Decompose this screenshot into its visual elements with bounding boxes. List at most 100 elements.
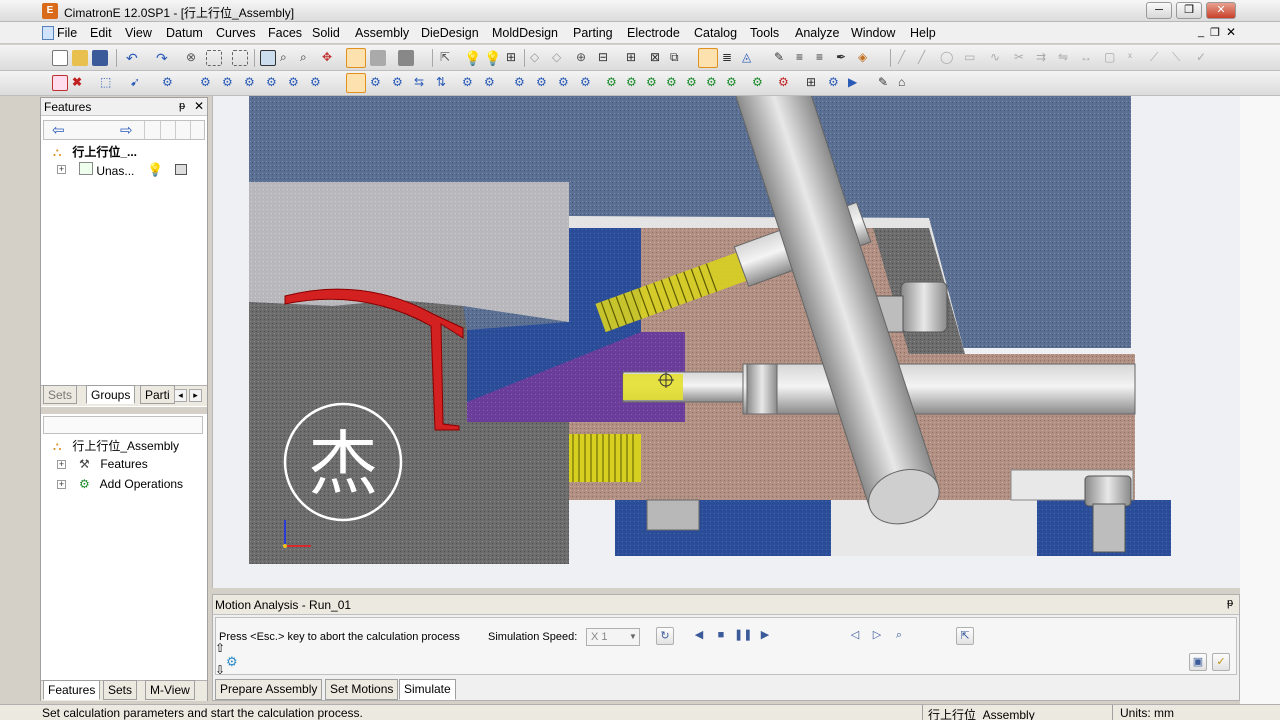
reset-button[interactable]: ↻	[656, 627, 674, 645]
menu-solid[interactable]: Solid	[312, 26, 340, 40]
previous-icon[interactable]: ◇	[530, 50, 546, 66]
tab-prepare-assembly[interactable]: Prepare Assembly	[215, 679, 323, 700]
expand-icon[interactable]: +	[57, 165, 66, 174]
close-motion-button[interactable]: ✓	[1212, 653, 1230, 671]
pause-button[interactable]: ❚❚	[734, 627, 752, 645]
menu-help[interactable]: Help	[910, 26, 936, 40]
menu-datum[interactable]: Datum	[166, 26, 203, 40]
menu-faces[interactable]: Faces	[268, 26, 302, 40]
menu-file[interactable]: File	[57, 26, 77, 40]
paint-icon[interactable]: ✒	[836, 50, 852, 66]
pencil-icon[interactable]: ✎	[774, 50, 790, 66]
sketch-spline-icon[interactable]: ∿	[990, 50, 1006, 66]
step-forward-button[interactable]: ▶	[756, 627, 774, 645]
angle-icon[interactable]: ⚙	[288, 75, 304, 91]
move-component-icon[interactable]: ⚙	[392, 75, 408, 91]
next-frame-button[interactable]: ▷	[868, 627, 886, 645]
save-results-button[interactable]: ▣	[1189, 653, 1207, 671]
mdi-minimize-icon[interactable]: _	[1198, 26, 1204, 38]
sketch-trim-icon[interactable]: ✂	[1014, 50, 1030, 66]
tree-item-unassigned[interactable]: Unas...	[79, 162, 134, 178]
menu-curves[interactable]: Curves	[216, 26, 256, 40]
menu-molddesign[interactable]: MoldDesign	[492, 26, 558, 40]
sketch-constraint-icon[interactable]: ▢	[1104, 50, 1120, 66]
tab-scroll-left-icon[interactable]: ◂	[174, 389, 187, 402]
tab-m-view[interactable]: M-View	[145, 680, 195, 700]
menu-assembly[interactable]: Assembly	[355, 26, 409, 40]
play-next-icon[interactable]: ▶	[848, 75, 864, 91]
menu-parting[interactable]: Parting	[573, 26, 613, 40]
active-filter-icon[interactable]	[698, 48, 718, 68]
green-tool-7-icon[interactable]: ⚙	[726, 75, 742, 91]
render-mode-icon[interactable]	[398, 50, 414, 66]
motion-link-icon[interactable]: ⚙	[514, 75, 530, 91]
green-tool-1-icon[interactable]: ⚙	[606, 75, 622, 91]
green-tool-8-icon[interactable]: ⚙	[752, 75, 768, 91]
align-icon[interactable]: ⚙	[222, 75, 238, 91]
groups-item-add-operations[interactable]: ⚙ Add Operations	[79, 477, 183, 491]
record-icon[interactable]: ⚙	[828, 75, 844, 91]
pick-icon[interactable]: ⊗	[186, 50, 202, 66]
up-arrow-icon[interactable]: ⇧	[215, 641, 225, 655]
restore-button[interactable]: ❐	[1176, 2, 1202, 19]
tangent-icon[interactable]: ⚙	[266, 75, 282, 91]
green-tool-4-icon[interactable]: ⚙	[666, 75, 682, 91]
zoom-all-icon[interactable]	[260, 50, 276, 66]
down-arrow-icon[interactable]: ⇩	[215, 663, 225, 677]
pointer-icon[interactable]: ➹	[130, 75, 146, 91]
mdi-restore-icon[interactable]: ❐	[1210, 26, 1220, 39]
motion-spring-icon[interactable]: ⚙	[580, 75, 596, 91]
speed-select[interactable]: X 1 ▼	[586, 628, 640, 646]
tree-root-assembly[interactable]: ⛬ 行上行位_...	[53, 143, 137, 160]
sketch-formula-icon[interactable]: ˣ	[1128, 50, 1144, 66]
line-style-icon[interactable]: ≡	[816, 50, 832, 66]
tab-simulate[interactable]: Simulate	[399, 679, 456, 700]
menu-analyze[interactable]: Analyze	[795, 26, 839, 40]
activate-icon[interactable]	[175, 164, 187, 175]
save-icon[interactable]	[92, 50, 108, 66]
sketch-relation-icon[interactable]: ⟋	[1150, 50, 1166, 66]
green-tool-5-icon[interactable]: ⚙	[686, 75, 702, 91]
show-hide-icon[interactable]: ⇱	[440, 50, 456, 66]
menu-edit[interactable]: Edit	[90, 26, 112, 40]
explode-icon[interactable]: ⇅	[436, 75, 452, 91]
back-arrow-icon[interactable]: ⇦	[52, 121, 65, 139]
expand-icon[interactable]: +	[57, 480, 66, 489]
next-icon[interactable]: ◇	[552, 50, 568, 66]
motion-pin-icon[interactable]: ᵽ	[1227, 597, 1233, 609]
export-button[interactable]: ⇱	[956, 627, 974, 645]
report-icon[interactable]: ✎	[878, 75, 894, 91]
mdi-close-icon[interactable]: ✕	[1226, 25, 1236, 39]
line-width-icon[interactable]: ≡	[796, 50, 812, 66]
minimize-button[interactable]: ─	[1146, 2, 1172, 19]
light-bulb-off-icon[interactable]: 💡	[484, 50, 501, 66]
zoom-frame-button[interactable]: ⌕	[890, 627, 908, 645]
splitter[interactable]	[41, 407, 207, 414]
groups-root-assembly[interactable]: ⛬ 行上行位_Assembly	[53, 437, 179, 454]
motion-drive-icon[interactable]: ⚙	[536, 75, 552, 91]
sketch-circle-icon[interactable]: ◯	[940, 50, 956, 66]
constraint-icon[interactable]: ⚙	[162, 75, 178, 91]
close-panel-icon[interactable]: ✕	[194, 99, 204, 113]
mate-icon[interactable]: ⚙	[200, 75, 216, 91]
green-tool-3-icon[interactable]: ⚙	[646, 75, 662, 91]
menu-window[interactable]: Window	[851, 26, 895, 40]
simulate-icon[interactable]: ⊞	[806, 75, 822, 91]
mechanism-icon[interactable]: ⚙	[462, 75, 478, 91]
analysis-icon[interactable]: ⌂	[898, 75, 914, 91]
step-back-button[interactable]: ◀	[690, 627, 708, 645]
tab-scroll-right-icon[interactable]: ▸	[189, 389, 202, 402]
copy-icon[interactable]: ⧉	[670, 50, 686, 66]
prev-frame-button[interactable]: ◁	[846, 627, 864, 645]
fix-icon[interactable]: ⚙	[310, 75, 326, 91]
sketch-dim-icon[interactable]: ↔	[1080, 50, 1096, 66]
pan-icon[interactable]: ✥	[322, 50, 338, 66]
select-component-icon[interactable]: ⬚	[100, 75, 116, 91]
material-icon[interactable]: ◈	[858, 50, 874, 66]
pin-icon[interactable]: ᵽ	[179, 100, 185, 112]
rotate-component-icon[interactable]: ⚙	[370, 75, 386, 91]
sketch-arc-icon[interactable]: ╱	[918, 50, 934, 66]
new-file-icon[interactable]	[52, 50, 68, 66]
motion-gear-icon[interactable]: ⚙	[558, 75, 574, 91]
tab-set-motions[interactable]: Set Motions	[325, 679, 399, 700]
